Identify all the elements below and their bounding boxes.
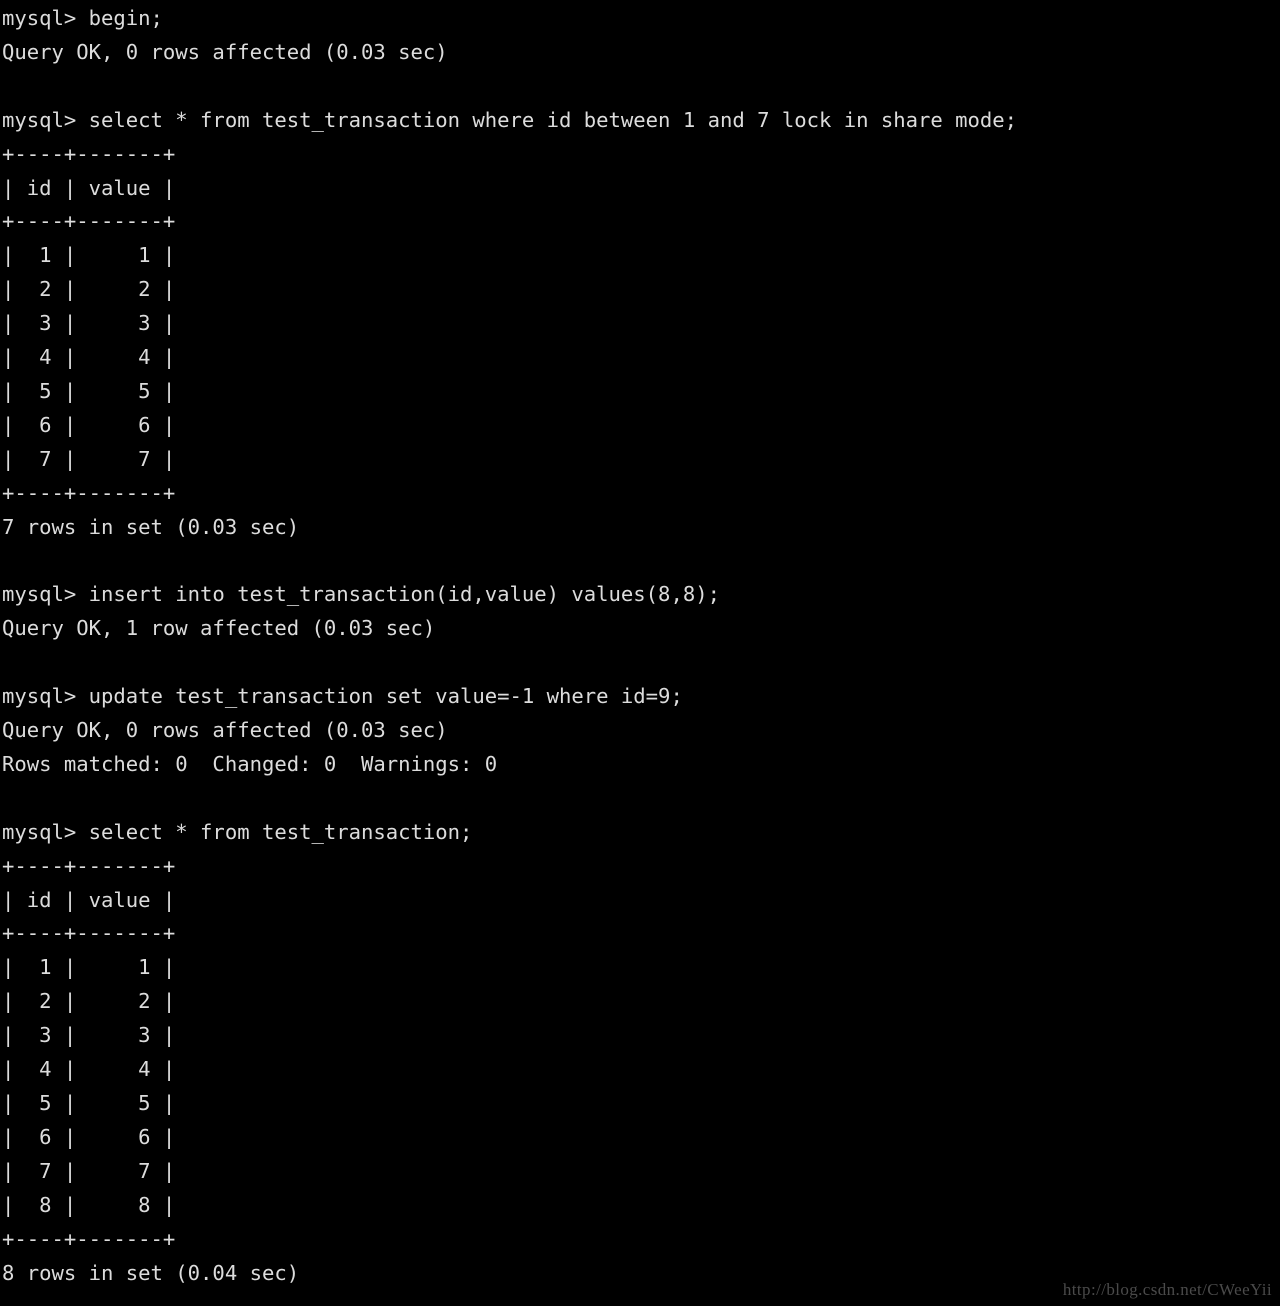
terminal-output: mysql> begin; Query OK, 0 rows affected …	[2, 6, 1018, 1285]
watermark-url: http://blog.csdn.net/CWeeYii	[1062, 1280, 1272, 1299]
terminal-window[interactable]: mysql> begin; Query OK, 0 rows affected …	[0, 0, 1280, 1306]
